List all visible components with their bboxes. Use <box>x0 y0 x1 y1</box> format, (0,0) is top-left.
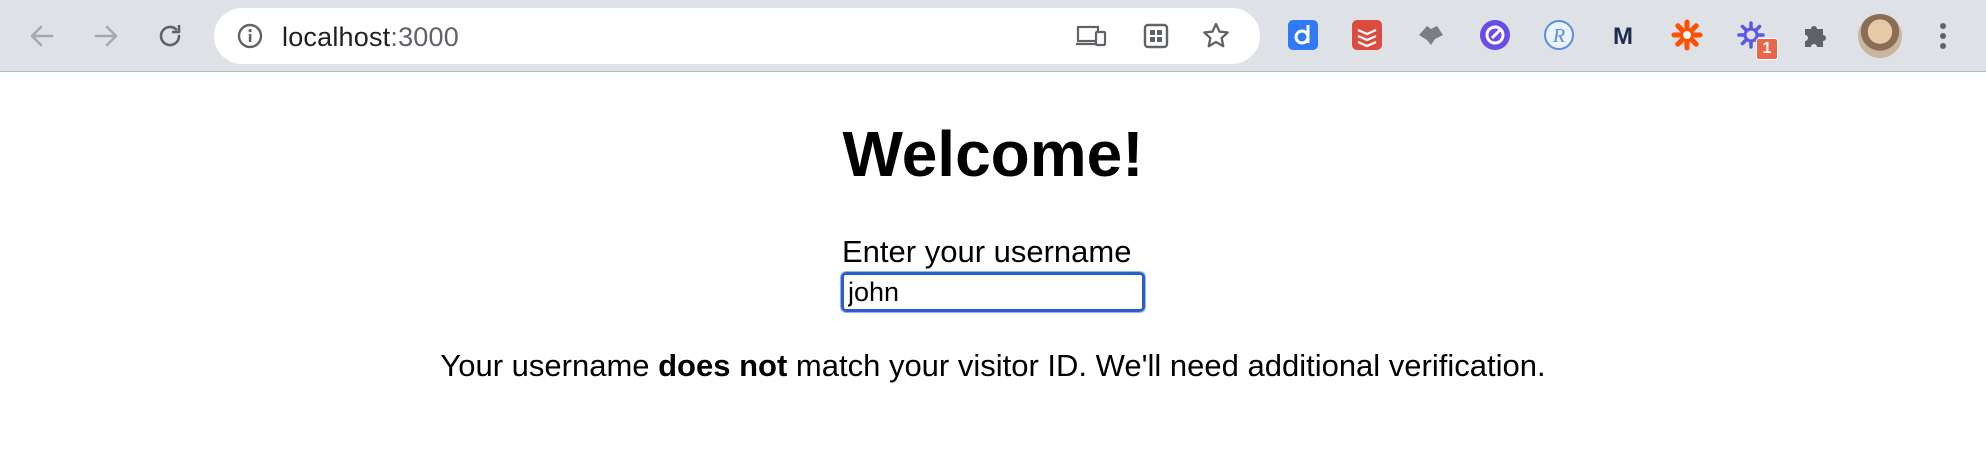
message-suffix: match your visitor ID. We'll need additi… <box>787 348 1546 383</box>
address-bar[interactable]: localhost:3000 <box>214 8 1260 64</box>
m-extension-icon[interactable]: M <box>1606 18 1640 52</box>
svg-text:R: R <box>1552 25 1565 47</box>
cast-device-icon[interactable] <box>1076 22 1108 50</box>
site-info-icon[interactable] <box>236 22 264 50</box>
forward-arrow-icon <box>94 25 118 47</box>
profile-avatar[interactable] <box>1858 14 1902 58</box>
url-text[interactable]: localhost:3000 <box>282 23 459 51</box>
more-menu-icon[interactable] <box>1928 16 1958 56</box>
extension-badge: 1 <box>1756 38 1778 60</box>
page-title: Welcome! <box>842 118 1144 190</box>
url-host: localhost <box>282 22 391 52</box>
zapier-extension-icon[interactable] <box>1670 18 1704 52</box>
page-content: Welcome! Enter your username Your userna… <box>0 72 1986 460</box>
url-port: :3000 <box>390 22 459 52</box>
extensions-puzzle-icon[interactable] <box>1798 18 1832 52</box>
dashlane-extension-icon[interactable] <box>1286 18 1320 52</box>
message-bold: does not <box>658 348 788 383</box>
todoist-extension-icon[interactable] <box>1350 18 1384 52</box>
r-extension-icon[interactable]: R <box>1542 18 1576 52</box>
svg-text:M: M <box>1613 23 1633 50</box>
bookmark-star-icon[interactable] <box>1200 22 1232 50</box>
back-button[interactable] <box>20 14 64 58</box>
purple-circle-extension-icon[interactable] <box>1478 18 1512 52</box>
verification-message: Your username does not match your visito… <box>0 346 1986 386</box>
wolf-extension-icon[interactable] <box>1414 18 1448 52</box>
message-prefix: Your username <box>440 348 659 383</box>
back-arrow-icon <box>30 25 54 47</box>
cog-extension-icon[interactable]: 1 <box>1734 18 1778 60</box>
username-input[interactable] <box>840 271 1146 313</box>
reload-button[interactable] <box>148 14 192 58</box>
username-label: Enter your username <box>842 234 1132 269</box>
reload-icon <box>159 25 181 47</box>
browser-toolbar: localhost:3000 R M 1 <box>0 0 1986 72</box>
forward-button[interactable] <box>84 14 128 58</box>
qr-code-icon[interactable] <box>1140 22 1172 50</box>
